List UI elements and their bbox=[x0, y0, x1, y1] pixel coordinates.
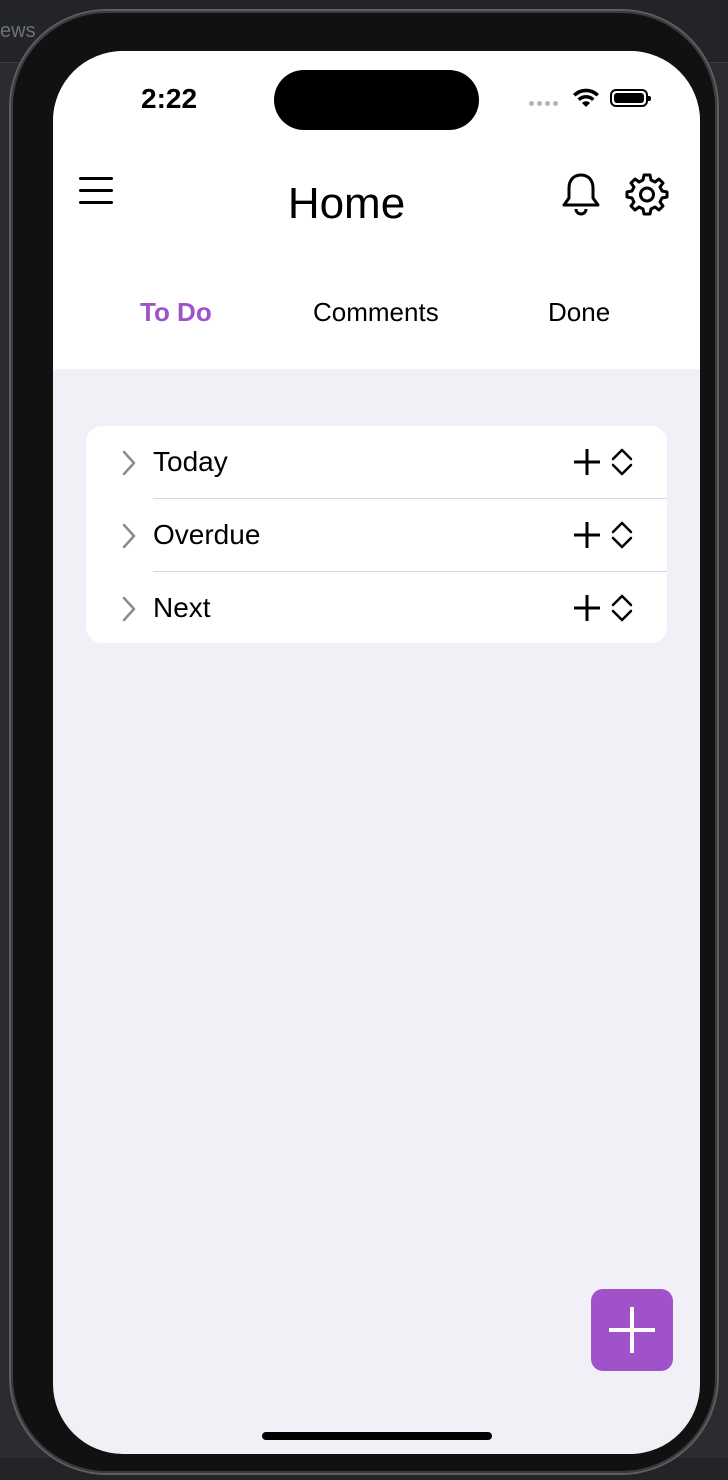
chevron-right-icon[interactable] bbox=[122, 523, 136, 549]
list-item-label: Next bbox=[153, 592, 211, 623]
chevron-up-down-icon[interactable] bbox=[611, 521, 633, 549]
list-item-label: Overdue bbox=[153, 519, 261, 550]
list-item[interactable]: Overdue bbox=[86, 499, 667, 571]
gear-icon[interactable] bbox=[625, 172, 669, 216]
add-task-button[interactable] bbox=[591, 1289, 673, 1371]
list-item[interactable]: Today bbox=[86, 426, 667, 498]
chevron-right-icon[interactable] bbox=[122, 596, 136, 622]
chevron-up-down-icon[interactable] bbox=[611, 594, 633, 622]
list-item[interactable]: Next bbox=[86, 572, 667, 644]
battery-icon bbox=[610, 89, 651, 107]
chevron-right-icon[interactable] bbox=[122, 450, 136, 476]
plus-icon[interactable] bbox=[573, 521, 601, 549]
app-header: 2:22 Home To Do Comments Done bbox=[53, 51, 700, 369]
list-item-label: Today bbox=[153, 446, 228, 477]
page-title: Home bbox=[287, 179, 406, 228]
dynamic-island bbox=[274, 70, 479, 130]
tab-to-do[interactable]: To Do bbox=[140, 297, 212, 328]
tab-comments[interactable]: Comments bbox=[313, 297, 439, 328]
tab-bar: To Do Comments Done bbox=[53, 297, 700, 337]
status-icons bbox=[529, 87, 651, 109]
plus-icon[interactable] bbox=[573, 594, 601, 622]
device-frame: 2:22 Home To Do Comments Done Today Over… bbox=[11, 11, 717, 1473]
home-indicator[interactable] bbox=[262, 1432, 492, 1440]
tab-done[interactable]: Done bbox=[548, 297, 610, 328]
wifi-icon bbox=[573, 88, 599, 107]
plus-icon[interactable] bbox=[573, 448, 601, 476]
cellular-signal-icon bbox=[529, 100, 558, 106]
chevron-up-down-icon[interactable] bbox=[611, 448, 633, 476]
bell-icon[interactable] bbox=[559, 171, 603, 217]
sections-list: Today Overdue Next bbox=[86, 426, 667, 643]
status-time: 2:22 bbox=[141, 83, 198, 114]
plus-icon bbox=[609, 1307, 655, 1353]
app-screen: 2:22 Home To Do Comments Done Today Over… bbox=[53, 51, 700, 1454]
ide-breadcrumb: ews bbox=[0, 20, 36, 42]
